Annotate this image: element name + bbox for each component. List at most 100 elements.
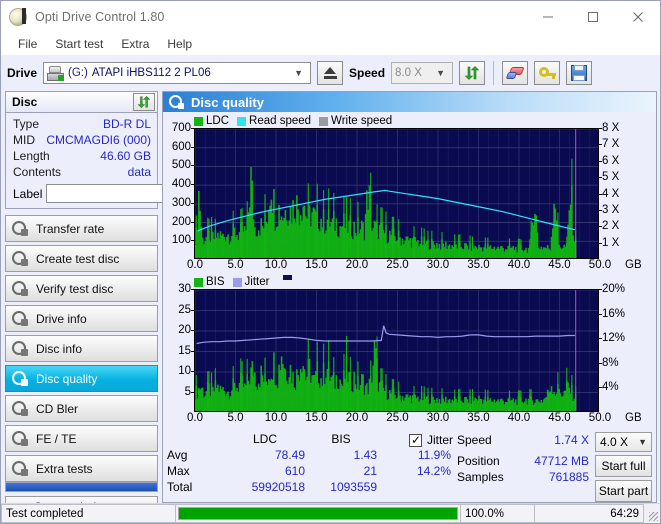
refresh-button[interactable]	[459, 61, 486, 85]
chart1-plot	[194, 128, 599, 259]
y-tick-label: 500	[171, 159, 191, 172]
test-speed-select[interactable]: 4.0 X ▼	[595, 432, 652, 452]
resize-grip[interactable]	[644, 504, 660, 523]
drive-label: Drive	[7, 66, 38, 80]
stats-row-label: Avg	[167, 448, 188, 462]
test-list: Transfer rate Create test disc Verify te…	[5, 215, 158, 482]
x-axis-unit: GB	[625, 412, 642, 424]
sidebar-item-disc-info[interactable]: Disc info	[5, 335, 158, 362]
menu-file[interactable]: File	[9, 35, 46, 53]
speed-select[interactable]: 8.0 X ▼	[391, 62, 454, 84]
stats-max-bis: 21	[363, 464, 377, 478]
test-icon	[12, 401, 28, 416]
title-bar: Opti Drive Control 1.80	[1, 1, 660, 33]
disc-quality-icon	[169, 95, 184, 109]
chart1-y-axis: 100 200 300 400 500 600 700	[166, 122, 194, 259]
jitter-checkbox[interactable]	[408, 433, 422, 447]
body-area: Disc Type BD-R DL MID CMCMAGDI6 (000) Le…	[1, 91, 660, 518]
x-tick-label: 25.0	[386, 412, 409, 424]
panel-header: Disc quality	[163, 92, 656, 112]
y2-tick-label: 8 X	[602, 122, 620, 134]
close-button[interactable]	[615, 1, 660, 33]
settings-key-button[interactable]	[534, 61, 561, 85]
chart1-x-axis: 0.0 5.0 10.0 15.0 20.0 25.0 30.0 35.0 40.0 45.0 50…	[187, 259, 652, 275]
save-button[interactable]	[566, 61, 593, 85]
disc-row-contents: Contents data	[13, 164, 151, 180]
y-tick-label: 15	[178, 344, 191, 357]
y2-tick	[599, 128, 602, 129]
stats-header-row: LDC BIS Jitter	[167, 432, 457, 448]
y2-tick-label: 4%	[602, 381, 619, 394]
legend-read-speed: Read speed	[237, 115, 311, 127]
stats-total-jitter	[377, 480, 455, 496]
eject-button[interactable]	[317, 61, 344, 85]
readout-speed-label: Speed	[457, 433, 492, 447]
legend-ldc: LDC	[194, 115, 229, 127]
x-tick-label: 30.0	[426, 412, 450, 424]
sidebar-item-cd-bler[interactable]: CD Bler	[5, 395, 158, 422]
chart-bis-jitter: BIS Jitter 5 10 15 20 25 30 4% 8% 12% 16…	[166, 275, 652, 428]
sidebar-item-verify-test-disc[interactable]: Verify test disc	[5, 275, 158, 302]
disc-row-mid: MID CMCMAGDI6 (000)	[13, 132, 151, 148]
sidebar-blue-strip	[5, 482, 158, 492]
disc-row-key: Contents	[13, 165, 62, 179]
stats-total-bis: 1093559	[330, 480, 377, 494]
test-icon	[12, 341, 28, 356]
sidebar-item-label: CD Bler	[36, 401, 79, 416]
menu-help[interactable]: Help	[158, 35, 201, 53]
progress-cell	[175, 504, 460, 523]
y2-tick-label: 8%	[602, 356, 619, 369]
x-tick-label: 45.0	[548, 259, 571, 271]
test-icon	[12, 281, 28, 296]
menu-start-test[interactable]: Start test	[46, 35, 112, 53]
menu-extra[interactable]: Extra	[112, 35, 158, 53]
sidebar-item-disc-quality[interactable]: Disc quality	[5, 365, 158, 392]
disc-row-type: Type BD-R DL	[13, 116, 151, 132]
speed-label: Speed	[349, 66, 386, 80]
stats-col-bis: BIS	[331, 432, 351, 446]
drive-select[interactable]: (G:) ATAPI iHBS112 2 PL06 ▼	[43, 62, 312, 84]
readout-position-value: 47712 MB	[534, 454, 589, 468]
sidebar-item-fe-te[interactable]: FE / TE	[5, 425, 158, 452]
sidebar-item-transfer-rate[interactable]: Transfer rate	[5, 215, 158, 242]
x-tick-label: 50.0	[588, 259, 612, 271]
disc-panel-title: Disc	[12, 95, 38, 109]
disc-row-value: BD-R DL	[102, 117, 151, 131]
readout-samples-label: Samples	[457, 470, 504, 484]
legend-swatch-icon	[194, 277, 203, 287]
start-full-button[interactable]: Start full	[595, 455, 652, 477]
jitter-toggle[interactable]: Jitter	[377, 432, 455, 448]
y2-tick	[599, 242, 602, 244]
stats-total-ldc: 59920518	[251, 480, 305, 494]
x-tick-label: 20.0	[345, 259, 369, 271]
chart2-y-axis: 5 10 15 20 25 30	[166, 283, 194, 412]
toolbar-divider	[493, 61, 495, 85]
chart2-legend: BIS Jitter	[166, 275, 652, 289]
start-part-button[interactable]: Start part	[595, 480, 652, 502]
erase-button[interactable]	[502, 61, 529, 85]
chart2-x-axis: 0.0 5.0 10.0 15.0 20.0 25.0 30.0 35.0 40.0 45.0 50…	[187, 412, 652, 428]
elapsed-time: 64:29	[534, 504, 644, 523]
readout-position-label: Position	[457, 454, 500, 468]
x-tick-label: 20.0	[345, 412, 369, 424]
y-tick-label: 600	[171, 140, 191, 153]
disc-info-list: Type BD-R DL MID CMCMAGDI6 (000) Length …	[6, 113, 251, 208]
x-tick-label: 5.0	[227, 259, 244, 271]
sidebar-item-create-test-disc[interactable]: Create test disc	[5, 245, 158, 272]
maximize-button[interactable]	[570, 1, 615, 33]
progress-percent: 100.0%	[460, 504, 534, 523]
drive-letter: (G:)	[68, 67, 88, 79]
minimize-button[interactable]	[525, 1, 570, 33]
y2-tick	[599, 387, 602, 389]
test-icon	[12, 461, 28, 476]
page-title: Disc quality	[191, 94, 264, 110]
readout-area: Speed Position Samples 1.74 X 47712 MB 7…	[457, 432, 652, 502]
test-icon	[12, 431, 28, 446]
status-message: Test completed	[1, 504, 175, 523]
y2-tick-label: 12%	[602, 332, 626, 345]
y-tick-label: 30	[178, 283, 191, 295]
drive-icon	[47, 65, 65, 81]
sidebar-item-drive-info[interactable]: Drive info	[5, 305, 158, 332]
disc-refresh-button[interactable]	[133, 93, 155, 111]
sidebar-item-extra-tests[interactable]: Extra tests	[5, 455, 158, 482]
